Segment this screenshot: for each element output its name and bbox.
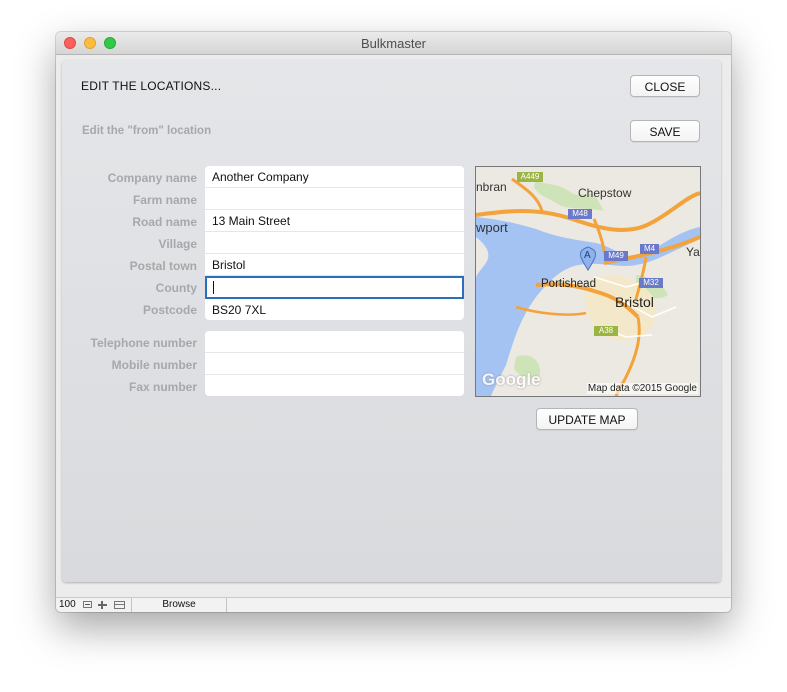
company-name-label: Company name	[107, 171, 197, 185]
zoom-out-icon[interactable]	[83, 601, 92, 608]
status-bar: 100 Browse	[56, 597, 731, 612]
map-label-yate: Ya	[686, 245, 700, 259]
locations-panel: EDIT THE LOCATIONS... Edit the "from" lo…	[62, 60, 721, 582]
zoom-level[interactable]: 100	[59, 599, 76, 610]
update-map-button[interactable]: UPDATE MAP	[536, 408, 638, 430]
road-label-m49: M49	[608, 251, 624, 260]
window-title: Bulkmaster	[360, 36, 427, 51]
road-label-m4: M4	[643, 244, 656, 253]
location-map[interactable]: A449 M48 M49 M4 M32 A38 nbran Chepstow w…	[475, 166, 701, 397]
telephone-label: Telephone number	[90, 336, 197, 350]
save-button[interactable]: SAVE	[630, 120, 700, 142]
text-cursor	[213, 281, 214, 295]
farm-name-label: Farm name	[132, 193, 197, 207]
map-label-caerphilly: nbran	[476, 180, 507, 194]
mobile-label: Mobile number	[111, 358, 197, 372]
map-label-chepstow: Chepstow	[578, 186, 632, 200]
contact-fields	[205, 331, 464, 396]
address-fields: Another Company 13 Main Street Bristol B…	[205, 166, 464, 320]
road-name-field[interactable]: 13 Main Street	[205, 210, 464, 232]
toggle-toolbar-icon[interactable]	[114, 601, 125, 609]
fax-label: Fax number	[128, 380, 197, 394]
road-label-a449: A449	[520, 172, 540, 181]
telephone-field[interactable]	[205, 331, 464, 353]
app-window: Bulkmaster EDIT THE LOCATIONS... Edit th…	[56, 32, 731, 612]
road-label-m32: M32	[643, 278, 659, 287]
section-subtitle: Edit the "from" location	[82, 125, 212, 137]
fax-field[interactable]	[205, 375, 464, 396]
mobile-field[interactable]	[205, 353, 464, 375]
postal-town-field[interactable]: Bristol	[205, 254, 464, 276]
road-name-label: Road name	[132, 215, 197, 229]
postal-town-label: Postal town	[129, 259, 197, 273]
village-field[interactable]	[205, 232, 464, 254]
google-logo: Google	[482, 370, 541, 389]
village-label: Village	[158, 237, 197, 251]
map-marker-label: A	[584, 250, 591, 261]
road-label-m48: M48	[572, 209, 588, 218]
title-bar[interactable]: Bulkmaster	[56, 32, 731, 55]
county-field[interactable]	[205, 276, 464, 299]
postcode-field[interactable]: BS20 7XL	[205, 299, 464, 320]
road-label-a38: A38	[598, 326, 614, 335]
mode-selector[interactable]: Browse	[131, 598, 227, 612]
postcode-label: Postcode	[142, 303, 197, 317]
page-title: EDIT THE LOCATIONS...	[81, 79, 222, 93]
farm-name-field[interactable]	[205, 188, 464, 210]
map-label-portishead: Portishead	[541, 278, 596, 290]
map-label-newport: wport	[476, 220, 508, 235]
zoom-in-icon[interactable]	[98, 601, 107, 609]
map-attribution: Map data ©2015 Google	[586, 383, 698, 394]
county-label: County	[155, 281, 197, 295]
close-button[interactable]: CLOSE	[630, 75, 700, 97]
company-name-field[interactable]: Another Company	[205, 166, 464, 188]
map-label-bristol: Bristol	[615, 294, 654, 310]
